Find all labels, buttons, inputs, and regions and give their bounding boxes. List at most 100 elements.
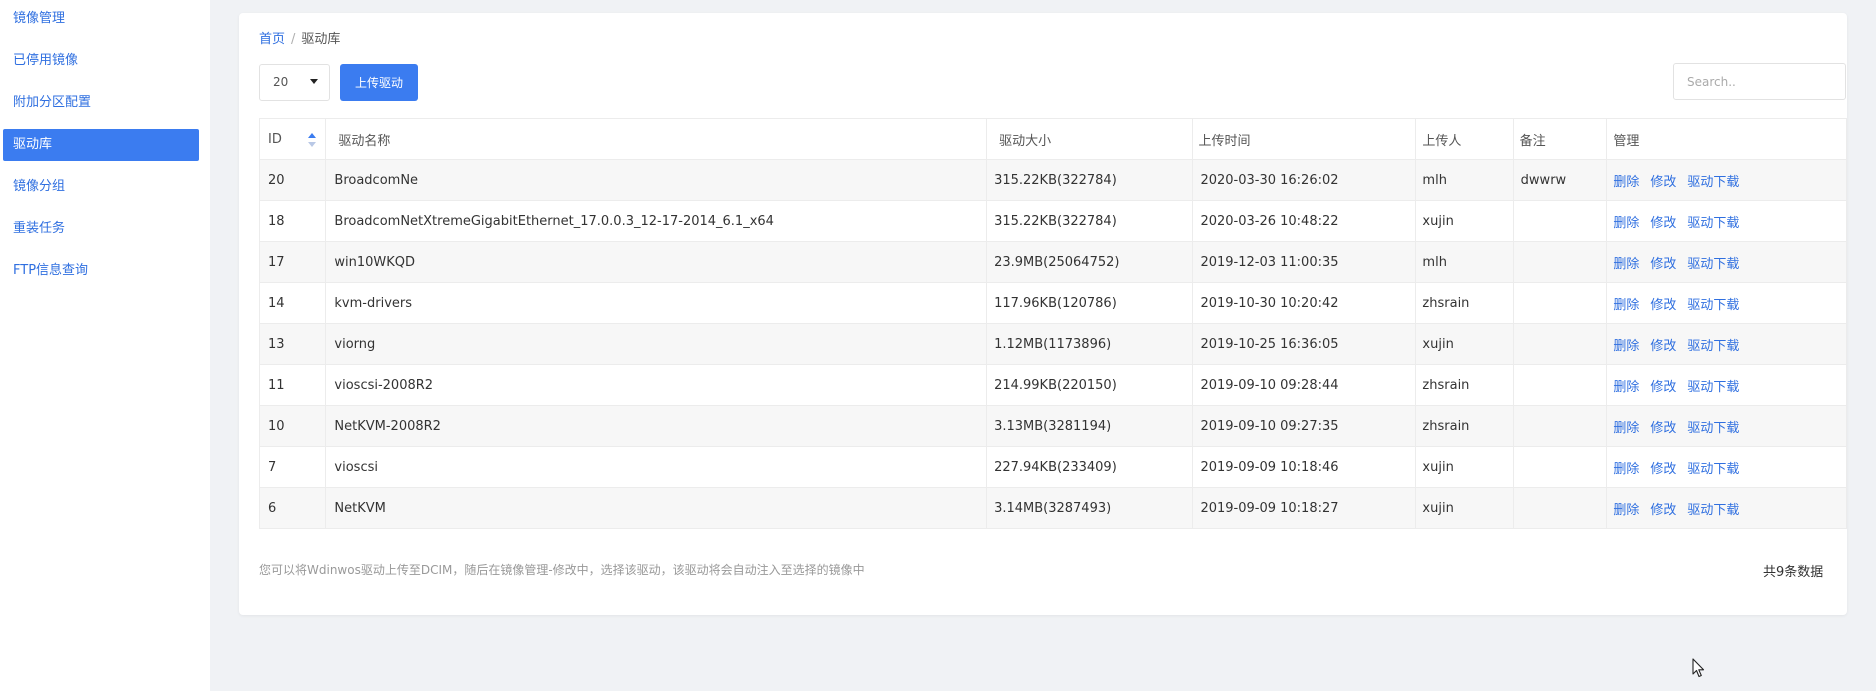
download-driver-link[interactable]: 驱动下载 bbox=[1687, 462, 1739, 477]
cell-upload-time: 2019-09-09 10:18:27 bbox=[1192, 487, 1417, 529]
page-size-value: 20 bbox=[273, 75, 289, 89]
sidebar-item-disabled-images[interactable]: 已停用镜像 bbox=[3, 45, 199, 77]
download-driver-link[interactable]: 驱动下载 bbox=[1687, 257, 1739, 272]
table-row: 18 BroadcomNetXtremeGigabitEthernet_17.0.… bbox=[258, 200, 1847, 242]
cell-actions: 删除 修改 驱动下载 bbox=[1606, 487, 1847, 529]
sidebar-item-driver-library[interactable]: 驱动库 bbox=[3, 129, 199, 161]
cell-uploader: mlh bbox=[1415, 159, 1514, 201]
mouse-cursor-icon bbox=[1692, 658, 1705, 678]
cell-actions: 删除 修改 驱动下载 bbox=[1606, 446, 1847, 488]
table-row: 11 vioscsi-2008R2 214.99KB(220150) 2019-09-… bbox=[258, 364, 1847, 406]
column-header-id-label: ID bbox=[268, 131, 282, 147]
cell-driver-size: 23.9MB(25064752) bbox=[986, 241, 1194, 283]
cell-remark bbox=[1512, 487, 1608, 529]
download-driver-link[interactable]: 驱动下载 bbox=[1687, 339, 1739, 354]
sidebar-item-reinstall-tasks[interactable]: 重装任务 bbox=[3, 213, 199, 245]
sort-icon[interactable] bbox=[307, 132, 317, 147]
cell-driver-name: kvm-drivers bbox=[325, 282, 988, 324]
edit-link[interactable]: 修改 bbox=[1650, 421, 1676, 436]
cell-actions: 删除 修改 驱动下载 bbox=[1606, 200, 1847, 242]
cell-uploader: zhsrain bbox=[1415, 282, 1514, 324]
cell-remark bbox=[1512, 446, 1608, 488]
sidebar-item-image-groups[interactable]: 镜像分组 bbox=[3, 171, 199, 203]
cell-uploader: mlh bbox=[1415, 241, 1514, 283]
cell-driver-name: vioscsi bbox=[325, 446, 988, 488]
cell-actions: 删除 修改 驱动下载 bbox=[1606, 405, 1847, 447]
column-header-id[interactable]: ID bbox=[258, 118, 327, 160]
cell-upload-time: 2020-03-26 10:48:22 bbox=[1192, 200, 1417, 242]
sidebar-item-partition-config[interactable]: 附加分区配置 bbox=[3, 87, 199, 119]
cell-driver-size: 315.22KB(322784) bbox=[986, 200, 1194, 242]
table-row: 7 vioscsi 227.94KB(233409) 2019-09-09 10:18… bbox=[258, 446, 1847, 488]
table-row: 6 NetKVM 3.14MB(3287493) 2019-09-09 10:18:2… bbox=[258, 487, 1847, 529]
table-header-row: ID 驱动名称 驱动大小 上传时间 上传人 备注 管理 bbox=[258, 118, 1847, 160]
delete-link[interactable]: 删除 bbox=[1613, 421, 1639, 436]
cell-id: 17 bbox=[258, 241, 327, 283]
table-row: 13 viorng 1.12MB(1173896) 2019-10-25 16:36:… bbox=[258, 323, 1847, 365]
cell-id: 6 bbox=[258, 487, 327, 529]
cell-remark: dwwrw bbox=[1512, 159, 1608, 201]
cell-upload-time: 2019-09-09 10:18:46 bbox=[1192, 446, 1417, 488]
cell-remark bbox=[1512, 405, 1608, 447]
cell-driver-name: vioscsi-2008R2 bbox=[325, 364, 988, 406]
edit-link[interactable]: 修改 bbox=[1650, 257, 1676, 272]
cell-driver-name: viorng bbox=[325, 323, 988, 365]
driver-table: ID 驱动名称 驱动大小 上传时间 上传人 备注 管理 20 BroadcomNe… bbox=[258, 118, 1847, 529]
delete-link[interactable]: 删除 bbox=[1613, 462, 1639, 477]
delete-link[interactable]: 删除 bbox=[1613, 298, 1639, 313]
edit-link[interactable]: 修改 bbox=[1650, 380, 1676, 395]
column-header-time: 上传时间 bbox=[1192, 118, 1417, 160]
cell-upload-time: 2019-10-25 16:36:05 bbox=[1192, 323, 1417, 365]
cell-id: 11 bbox=[258, 364, 327, 406]
cell-actions: 删除 修改 驱动下载 bbox=[1606, 241, 1847, 283]
download-driver-link[interactable]: 驱动下载 bbox=[1687, 175, 1739, 190]
cell-driver-size: 1.12MB(1173896) bbox=[986, 323, 1194, 365]
search-input[interactable] bbox=[1673, 63, 1846, 100]
cell-id: 14 bbox=[258, 282, 327, 324]
total-count: 共9条数据 bbox=[1763, 565, 1824, 580]
delete-link[interactable]: 删除 bbox=[1613, 216, 1639, 231]
download-driver-link[interactable]: 驱动下载 bbox=[1687, 421, 1739, 436]
download-driver-link[interactable]: 驱动下载 bbox=[1687, 380, 1739, 395]
edit-link[interactable]: 修改 bbox=[1650, 503, 1676, 518]
delete-link[interactable]: 删除 bbox=[1613, 503, 1639, 518]
cell-upload-time: 2019-12-03 11:00:35 bbox=[1192, 241, 1417, 283]
edit-link[interactable]: 修改 bbox=[1650, 462, 1676, 477]
cell-driver-size: 3.14MB(3287493) bbox=[986, 487, 1194, 529]
table-row: 10 NetKVM-2008R2 3.13MB(3281194) 2019-09-10… bbox=[258, 405, 1847, 447]
column-header-uploader: 上传人 bbox=[1415, 118, 1514, 160]
delete-link[interactable]: 删除 bbox=[1613, 380, 1639, 395]
sidebar-item-ftp-info[interactable]: FTP信息查询 bbox=[3, 255, 199, 287]
sidebar-item-image-management[interactable]: 镜像管理 bbox=[3, 3, 199, 35]
sidebar: 镜像管理 已停用镜像 附加分区配置 驱动库 镜像分组 重装任务 FTP信息查询 bbox=[0, 0, 210, 691]
cell-driver-size: 117.96KB(120786) bbox=[986, 282, 1194, 324]
main-card: 首页 / 驱动库 20 上传驱动 ID 驱动名称 驱动大小 上传时间 上传人 备注 … bbox=[239, 13, 1847, 615]
delete-link[interactable]: 删除 bbox=[1613, 339, 1639, 354]
edit-link[interactable]: 修改 bbox=[1650, 175, 1676, 190]
download-driver-link[interactable]: 驱动下载 bbox=[1687, 216, 1739, 231]
cell-remark bbox=[1512, 241, 1608, 283]
cell-id: 18 bbox=[258, 200, 327, 242]
cell-upload-time: 2019-09-10 09:27:35 bbox=[1192, 405, 1417, 447]
column-header-name: 驱动名称 bbox=[325, 118, 988, 160]
download-driver-link[interactable]: 驱动下载 bbox=[1687, 503, 1739, 518]
cell-id: 13 bbox=[258, 323, 327, 365]
delete-link[interactable]: 删除 bbox=[1613, 175, 1639, 190]
page-size-select[interactable]: 20 bbox=[259, 64, 330, 101]
cell-uploader: xujin bbox=[1415, 487, 1514, 529]
cell-driver-size: 214.99KB(220150) bbox=[986, 364, 1194, 406]
cell-remark bbox=[1512, 200, 1608, 242]
download-driver-link[interactable]: 驱动下载 bbox=[1687, 298, 1739, 313]
cell-upload-time: 2019-09-10 09:28:44 bbox=[1192, 364, 1417, 406]
cell-id: 7 bbox=[258, 446, 327, 488]
cell-uploader: xujin bbox=[1415, 323, 1514, 365]
edit-link[interactable]: 修改 bbox=[1650, 216, 1676, 231]
edit-link[interactable]: 修改 bbox=[1650, 298, 1676, 313]
cell-actions: 删除 修改 驱动下载 bbox=[1606, 159, 1847, 201]
breadcrumb-home-link[interactable]: 首页 bbox=[259, 32, 285, 47]
upload-driver-button[interactable]: 上传驱动 bbox=[340, 64, 418, 101]
cell-uploader: zhsrain bbox=[1415, 405, 1514, 447]
delete-link[interactable]: 删除 bbox=[1613, 257, 1639, 272]
table-row: 20 BroadcomNe 315.22KB(322784) 2020-03-30 1… bbox=[258, 159, 1847, 201]
edit-link[interactable]: 修改 bbox=[1650, 339, 1676, 354]
